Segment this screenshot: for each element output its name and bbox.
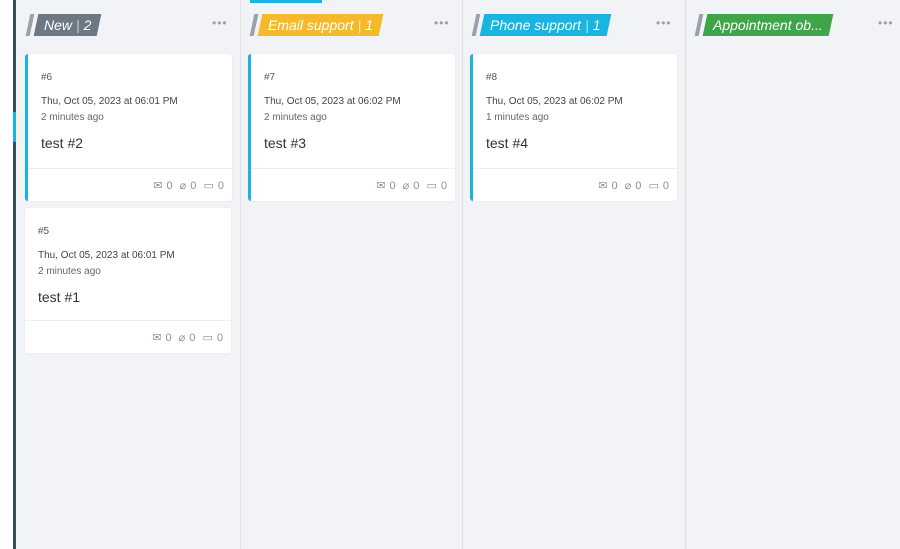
- column-stripe: [694, 14, 704, 36]
- column-header: Appointment ob... •••: [685, 10, 900, 40]
- column-header: Email support | 1 •••: [240, 10, 462, 40]
- column-count: 1: [592, 17, 601, 33]
- ticket-number: #6: [41, 72, 53, 83]
- ticket-footer: ✉ 0 ⌀ 0 ▭ 0: [25, 320, 231, 353]
- ticket-title[interactable]: test #2: [41, 135, 83, 151]
- mail-icon: ✉: [153, 180, 163, 192]
- ticket-card[interactable]: #7 Thu, Oct 05, 2023 at 06:02 PM 2 minut…: [248, 54, 455, 201]
- column-tag-new[interactable]: New | 2: [33, 14, 102, 36]
- ticket-counts: ✉ 0 ⌀ 0 ▭ 0: [598, 180, 669, 192]
- ticket-date: Thu, Oct 05, 2023 at 06:02 PM: [486, 96, 623, 107]
- column-count: 2: [83, 17, 92, 33]
- note-icon: ▭: [202, 332, 213, 344]
- mail-icon: ✉: [152, 332, 162, 344]
- column-tag-appointment[interactable]: Appointment ob...: [702, 14, 834, 36]
- ticket-date: Thu, Oct 05, 2023 at 06:01 PM: [38, 250, 175, 261]
- column-stripe: [471, 14, 481, 36]
- ticket-footer: ✉ 0 ⌀ 0 ▭ 0: [473, 168, 677, 201]
- column-count: 1: [365, 17, 374, 33]
- ticket-footer: ✉ 0 ⌀ 0 ▭ 0: [28, 168, 232, 201]
- note-icon: ▭: [648, 180, 659, 192]
- ticket-counts: ✉ 0 ⌀ 0 ▭ 0: [376, 180, 447, 192]
- ticket-card[interactable]: #8 Thu, Oct 05, 2023 at 06:02 PM 1 minut…: [470, 54, 677, 201]
- ticket-date: Thu, Oct 05, 2023 at 06:01 PM: [41, 96, 178, 107]
- ticket-title[interactable]: test #4: [486, 135, 528, 151]
- ticket-title[interactable]: test #1: [38, 289, 80, 305]
- ticket-card[interactable]: #6 Thu, Oct 05, 2023 at 06:01 PM 2 minut…: [25, 54, 232, 201]
- ticket-number: #7: [264, 72, 276, 83]
- left-rail: [0, 0, 16, 549]
- note-icon: ▭: [203, 180, 214, 192]
- more-icon[interactable]: •••: [212, 16, 228, 30]
- column-header: Phone support | 1 •••: [462, 10, 685, 40]
- ticket-counts: ✉ 0 ⌀ 0 ▭ 0: [152, 332, 223, 344]
- column-tag-email-support[interactable]: Email support | 1: [257, 14, 384, 36]
- column-new: New | 2 ••• #6 Thu, Oct 05, 2023 at 06:01 …: [16, 0, 241, 549]
- column-appointment: Appointment ob... •••: [685, 0, 900, 549]
- ticket-relative-time: 2 minutes ago: [38, 266, 101, 277]
- mail-icon: ✉: [598, 180, 608, 192]
- more-icon[interactable]: •••: [434, 16, 450, 30]
- paperclip-icon: ⌀: [178, 332, 186, 344]
- ticket-footer: ✉ 0 ⌀ 0 ▭ 0: [251, 168, 455, 201]
- ticket-relative-time: 2 minutes ago: [41, 112, 104, 123]
- paperclip-icon: ⌀: [179, 180, 187, 192]
- mail-icon: ✉: [376, 180, 386, 192]
- ticket-title[interactable]: test #3: [264, 135, 306, 151]
- ticket-number: #8: [486, 72, 498, 83]
- ticket-counts: ✉ 0 ⌀ 0 ▭ 0: [153, 180, 224, 192]
- ticket-card[interactable]: #5 Thu, Oct 05, 2023 at 06:01 PM 2 minut…: [25, 208, 231, 353]
- column-email-support: Email support | 1 ••• #7 Thu, Oct 05, 2023…: [240, 0, 463, 549]
- more-icon[interactable]: •••: [656, 16, 672, 30]
- column-stripe: [249, 14, 259, 36]
- column-header: New | 2 •••: [16, 10, 240, 40]
- paperclip-icon: ⌀: [402, 180, 410, 192]
- paperclip-icon: ⌀: [624, 180, 632, 192]
- ticket-date: Thu, Oct 05, 2023 at 06:02 PM: [264, 96, 401, 107]
- more-icon[interactable]: •••: [878, 16, 894, 30]
- note-icon: ▭: [426, 180, 437, 192]
- kanban-board: New | 2 ••• #6 Thu, Oct 05, 2023 at 06:01 …: [16, 0, 900, 549]
- column-stripe: [25, 14, 35, 36]
- ticket-relative-time: 1 minutes ago: [486, 112, 549, 123]
- column-phone-support: Phone support | 1 ••• #8 Thu, Oct 05, 2023…: [462, 0, 686, 549]
- column-tag-phone-support[interactable]: Phone support | 1: [479, 14, 611, 36]
- ticket-number: #5: [38, 226, 50, 237]
- ticket-relative-time: 2 minutes ago: [264, 112, 327, 123]
